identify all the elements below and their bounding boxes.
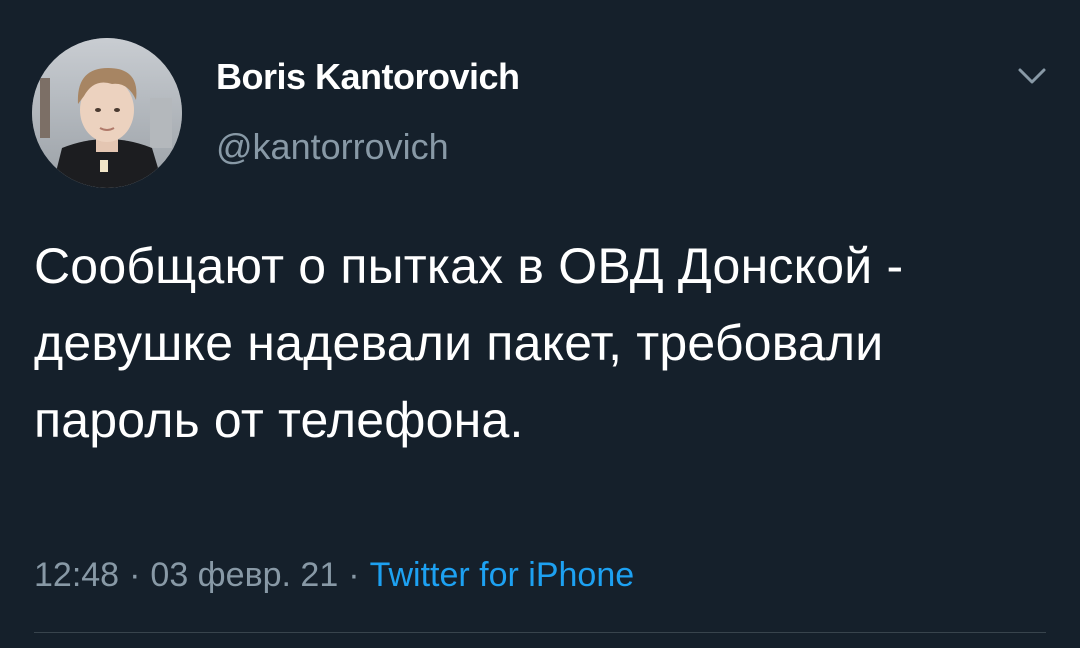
chevron-down-icon[interactable]	[1012, 62, 1052, 92]
tweet-text: Сообщают о пытках в ОВД Донской - девушк…	[34, 238, 904, 448]
author-display-name[interactable]: Boris Kantorovich	[216, 56, 520, 98]
divider	[34, 632, 1046, 633]
tweet-meta: 12:48 · 03 февр. 21 · Twitter for iPhone	[34, 556, 634, 595]
tweet-card: Boris Kantorovich @kantorrovich Сообщают…	[0, 0, 1080, 648]
tweet-time[interactable]: 12:48	[34, 556, 119, 594]
meta-separator: ·	[348, 556, 360, 594]
tweet-source-link[interactable]: Twitter for iPhone	[370, 556, 635, 594]
meta-separator: ·	[129, 556, 141, 594]
avatar-photo	[32, 38, 182, 188]
tweet-date[interactable]: 03 февр. 21	[150, 556, 338, 594]
avatar[interactable]	[32, 38, 182, 188]
author-handle[interactable]: @kantorrovich	[216, 126, 449, 168]
